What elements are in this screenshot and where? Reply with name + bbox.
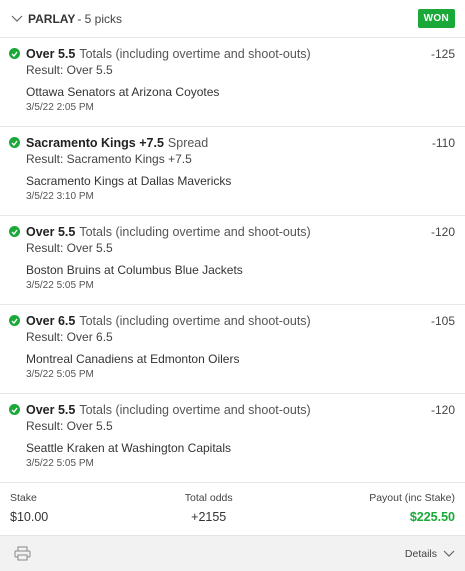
check-circle-icon bbox=[9, 404, 20, 415]
pick-odds: -120 bbox=[430, 403, 455, 417]
pick-event: Boston Bruins at Columbus Blue Jackets bbox=[26, 263, 243, 277]
pick-selection: Over 6.5 bbox=[26, 314, 76, 328]
total-odds-label: Total odds bbox=[184, 492, 233, 504]
pick-odds: -120 bbox=[430, 225, 455, 239]
pick-item: Over 5.5 Totals (including overtime and … bbox=[0, 38, 465, 127]
payout-value: $225.50 bbox=[409, 510, 455, 524]
pick-event: Seattle Kraken at Washington Capitals bbox=[26, 441, 232, 455]
pick-item: Over 6.5 Totals (including overtime and … bbox=[0, 305, 465, 394]
pick-time: 3/5/22 5:05 PM bbox=[26, 280, 94, 291]
pick-selection: Over 5.5 bbox=[26, 47, 76, 61]
pick-event: Ottawa Senators at Arizona Coyotes bbox=[26, 85, 220, 99]
check-circle-icon bbox=[9, 137, 20, 148]
stake-label: Stake bbox=[10, 492, 37, 504]
printer-icon[interactable] bbox=[12, 545, 32, 563]
pick-result: Result: Over 5.5 bbox=[26, 419, 113, 433]
payout-block: Payout (inc Stake) $225.50 bbox=[369, 491, 455, 535]
total-odds-value: +2155 bbox=[191, 510, 227, 524]
status-badge: WON bbox=[417, 9, 455, 28]
details-button[interactable]: Details bbox=[405, 548, 455, 560]
details-label: Details bbox=[404, 547, 437, 560]
check-circle-icon bbox=[9, 315, 20, 326]
picks-list: Over 5.5 Totals (including overtime and … bbox=[0, 38, 465, 483]
chevron-down-icon bbox=[443, 550, 455, 558]
stake-block: Stake $10.00 bbox=[10, 491, 48, 535]
chevron-down-icon[interactable] bbox=[10, 12, 24, 26]
pick-odds: -125 bbox=[430, 47, 455, 61]
card-footer: Details bbox=[0, 535, 465, 571]
parlay-header[interactable]: PARLAY - 5 picks WON bbox=[0, 0, 465, 38]
parlay-pick-count: - 5 picks bbox=[77, 11, 123, 26]
payout-label: Payout (inc Stake) bbox=[369, 492, 455, 504]
pick-selection: Over 5.5 bbox=[26, 403, 76, 417]
pick-event: Montreal Canadiens at Edmonton Oilers bbox=[26, 352, 240, 366]
pick-item: Over 5.5 Totals (including overtime and … bbox=[0, 216, 465, 305]
pick-result: Result: Over 5.5 bbox=[26, 241, 113, 255]
check-circle-icon bbox=[9, 226, 20, 237]
pick-market: Totals (including overtime and shoot-out… bbox=[79, 47, 311, 61]
pick-result: Result: Over 6.5 bbox=[26, 330, 113, 344]
pick-item: Over 5.5 Totals (including overtime and … bbox=[0, 394, 465, 483]
parlay-title: PARLAY bbox=[28, 11, 76, 26]
pick-selection: Sacramento Kings +7.5 bbox=[26, 136, 164, 150]
pick-item: Sacramento Kings +7.5 Spread -110 Result… bbox=[0, 127, 465, 216]
total-odds-block: Total odds +2155 bbox=[185, 491, 233, 535]
pick-market: Spread bbox=[167, 136, 209, 150]
pick-time: 3/5/22 3:10 PM bbox=[26, 191, 94, 202]
pick-time: 3/5/22 5:05 PM bbox=[26, 458, 94, 469]
pick-time: 3/5/22 5:05 PM bbox=[26, 369, 94, 380]
pick-selection: Over 5.5 bbox=[26, 225, 76, 239]
pick-result: Result: Sacramento Kings +7.5 bbox=[26, 152, 192, 166]
pick-result: Result: Over 5.5 bbox=[26, 63, 113, 77]
pick-time: 3/5/22 2:05 PM bbox=[26, 102, 94, 113]
pick-event: Sacramento Kings at Dallas Mavericks bbox=[26, 174, 232, 188]
pick-market: Totals (including overtime and shoot-out… bbox=[79, 314, 311, 328]
pick-market: Totals (including overtime and shoot-out… bbox=[79, 403, 311, 417]
pick-market: Totals (including overtime and shoot-out… bbox=[79, 225, 311, 239]
check-circle-icon bbox=[9, 48, 20, 59]
bet-slip-card: PARLAY - 5 picks WON Over 5.5 Totals (in… bbox=[0, 0, 465, 571]
bet-totals: Stake $10.00 Total odds +2155 Payout (in… bbox=[0, 483, 465, 535]
pick-odds: -105 bbox=[430, 314, 455, 328]
stake-value: $10.00 bbox=[10, 510, 49, 524]
pick-odds: -110 bbox=[431, 136, 455, 150]
